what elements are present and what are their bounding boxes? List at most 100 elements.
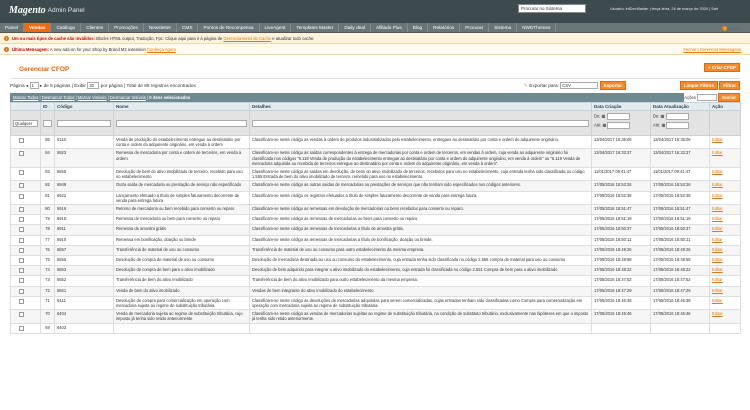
select-all-link[interactable]: Marcar Todos (13, 95, 38, 100)
table-row[interactable]: 85 6118 Venda de produção do estabelecimen… (10, 134, 741, 150)
edit-link[interactable]: Editar (712, 257, 723, 262)
per-page-select[interactable]: 20 (87, 82, 100, 90)
row-checkbox[interactable] (19, 193, 24, 199)
calendar-icon[interactable]: ▦ (602, 123, 606, 128)
table-row[interactable]: 72 6551 Venda de bem do ativo imobilizado V… (10, 285, 741, 297)
table-row[interactable]: 73 6552 Transferência de bem do ativo imob… (10, 275, 741, 287)
edit-link[interactable]: Editar (712, 182, 723, 187)
prev-page-icon[interactable]: ◂ (26, 83, 28, 88)
row-checkbox[interactable] (19, 207, 24, 213)
table-row[interactable]: 84 6923 Remessa de mercadoria por conta e … (10, 148, 741, 169)
nav-item[interactable]: Promoções (109, 23, 144, 32)
edit-link[interactable]: Editar (712, 150, 723, 155)
edit-link[interactable]: Editar (712, 193, 723, 198)
calendar-icon[interactable]: ▦ (661, 123, 665, 128)
table-row[interactable]: 78 6911 Remessa de amostra grátis Classific… (10, 224, 741, 236)
col-id[interactable]: ID ↓ (40, 102, 55, 111)
row-checkbox[interactable] (19, 258, 24, 264)
row-checkbox[interactable] (19, 247, 24, 253)
row-checkbox[interactable] (19, 278, 24, 284)
code-filter-input[interactable] (57, 120, 111, 127)
close-manage-messages-link[interactable]: Fechar | Gerenciar Mensagens (683, 44, 741, 54)
row-checkbox[interactable] (19, 237, 24, 243)
created-from-input[interactable] (606, 113, 630, 120)
row-checkbox[interactable] (19, 298, 24, 304)
next-page-icon[interactable]: ▸ (40, 83, 42, 88)
col-created[interactable]: Data Criação (591, 102, 651, 111)
nav-item[interactable]: Pontos de Recompensa (198, 23, 260, 32)
table-row[interactable]: 74 6553 Devolução de compra de bem para o … (10, 265, 741, 277)
col-updated[interactable]: Data Atualização (650, 102, 710, 111)
table-row[interactable]: 70 6404 Venda de mercadoria sujeita ao reg… (10, 309, 741, 324)
row-checkbox[interactable] (19, 227, 24, 233)
nav-item[interactable]: CMS (177, 23, 199, 32)
nav-item[interactable]: Afiliado Plus (371, 23, 408, 32)
select-visible-link[interactable]: Marcar Visíveis (78, 95, 107, 100)
nav-item[interactable]: Templates Master (291, 23, 340, 32)
row-checkbox[interactable] (19, 138, 24, 143)
updated-from-input[interactable] (665, 113, 689, 120)
table-row[interactable]: 75 6556 Devolução de compra de material de… (10, 255, 741, 267)
edit-link[interactable]: Editar (712, 226, 723, 231)
nav-item[interactable]: Catálogo (51, 23, 82, 32)
nav-item[interactable]: Sistema (489, 23, 518, 32)
row-checkbox[interactable] (19, 268, 24, 274)
edit-link[interactable]: Editar (712, 277, 723, 282)
nav-item[interactable]: Relatórios (428, 23, 461, 32)
table-row[interactable]: 80 6916 Retorno de mercadoria ou bem receb… (10, 204, 741, 216)
nav-item[interactable]: Newsletter (144, 23, 178, 32)
magento-logo[interactable]: Magento Admin Panel (9, 5, 85, 16)
calendar-icon[interactable]: ▦ (602, 114, 606, 119)
clear-filters-button[interactable]: Limpar Filtros (679, 81, 718, 90)
row-checkbox[interactable] (19, 170, 24, 176)
global-search-input[interactable]: Procurar no Sistema (518, 4, 586, 13)
table-row[interactable]: 77 6910 Remessa em bonificação, doação ou … (10, 234, 741, 246)
row-checkbox[interactable] (19, 288, 24, 294)
row-checkbox[interactable] (19, 151, 24, 157)
help-link[interactable]: ? Ajuda (722, 26, 740, 31)
page-input[interactable]: 1 (29, 82, 39, 90)
table-row[interactable]: 69 6403 (10, 322, 741, 334)
row-checkbox[interactable] (19, 217, 24, 223)
edit-link[interactable]: Editar (712, 288, 723, 293)
nav-item[interactable]: Procurar (460, 23, 490, 32)
nav-item[interactable]: Blog (408, 23, 429, 32)
cache-management-link[interactable]: Gerenciamento de Cache (223, 36, 271, 41)
col-details[interactable]: Detalhes (249, 102, 592, 111)
details-filter-input[interactable] (252, 120, 589, 127)
unselect-all-link[interactable]: Desmarcar Todos (42, 95, 75, 100)
table-row[interactable]: 82 6949 Outra saída de mercadoria ou prest… (10, 180, 741, 192)
nav-item[interactable]: LiveAgent (260, 23, 292, 32)
table-row[interactable]: 79 6915 Remessa de mercadoria ou bem para … (10, 214, 741, 226)
row-checkbox[interactable] (19, 312, 24, 318)
actions-select[interactable] (697, 94, 718, 102)
edit-link[interactable]: Editar (712, 237, 723, 242)
row-checkbox[interactable] (19, 325, 24, 331)
nav-item[interactable]: Daily deal (339, 23, 371, 32)
edit-link[interactable]: Editar (712, 216, 723, 221)
name-filter-input[interactable] (116, 120, 247, 127)
export-format-select[interactable]: CSV (560, 82, 599, 90)
edit-link[interactable]: Editar (712, 298, 723, 303)
table-row[interactable]: 81 6922 Lançamento efetuado a título de si… (10, 190, 741, 206)
any-select[interactable]: Qualquer (13, 120, 38, 127)
edit-link[interactable]: Editar (712, 247, 723, 252)
table-row[interactable]: 83 5555 Devolução de bem do ativo imobiliz… (10, 167, 741, 182)
edit-link[interactable]: Editar (712, 169, 723, 174)
edit-link[interactable]: Editar (712, 267, 723, 272)
read-now-link[interactable]: Conheça Agora (147, 47, 176, 52)
col-name[interactable]: Nome (113, 102, 250, 111)
row-checkbox[interactable] (19, 183, 24, 189)
table-row[interactable]: 71 6411 Devolução de compra para comercial… (10, 295, 741, 311)
edit-link[interactable]: Editar (712, 311, 723, 316)
export-button[interactable]: Exportar (599, 81, 627, 90)
create-cfop-button[interactable]: + Criar CFOP (703, 63, 740, 72)
nav-item[interactable]: Vendas (24, 23, 52, 32)
submit-button[interactable]: Enviar (718, 93, 740, 102)
edit-link[interactable]: Editar (712, 137, 723, 142)
updated-to-input[interactable] (666, 122, 690, 129)
table-row[interactable]: 76 6557 Transferência de material de uso o… (10, 244, 741, 257)
nav-item[interactable]: NWDThemes (517, 23, 557, 32)
nav-item[interactable]: Painel (0, 23, 25, 32)
created-to-input[interactable] (607, 122, 631, 129)
